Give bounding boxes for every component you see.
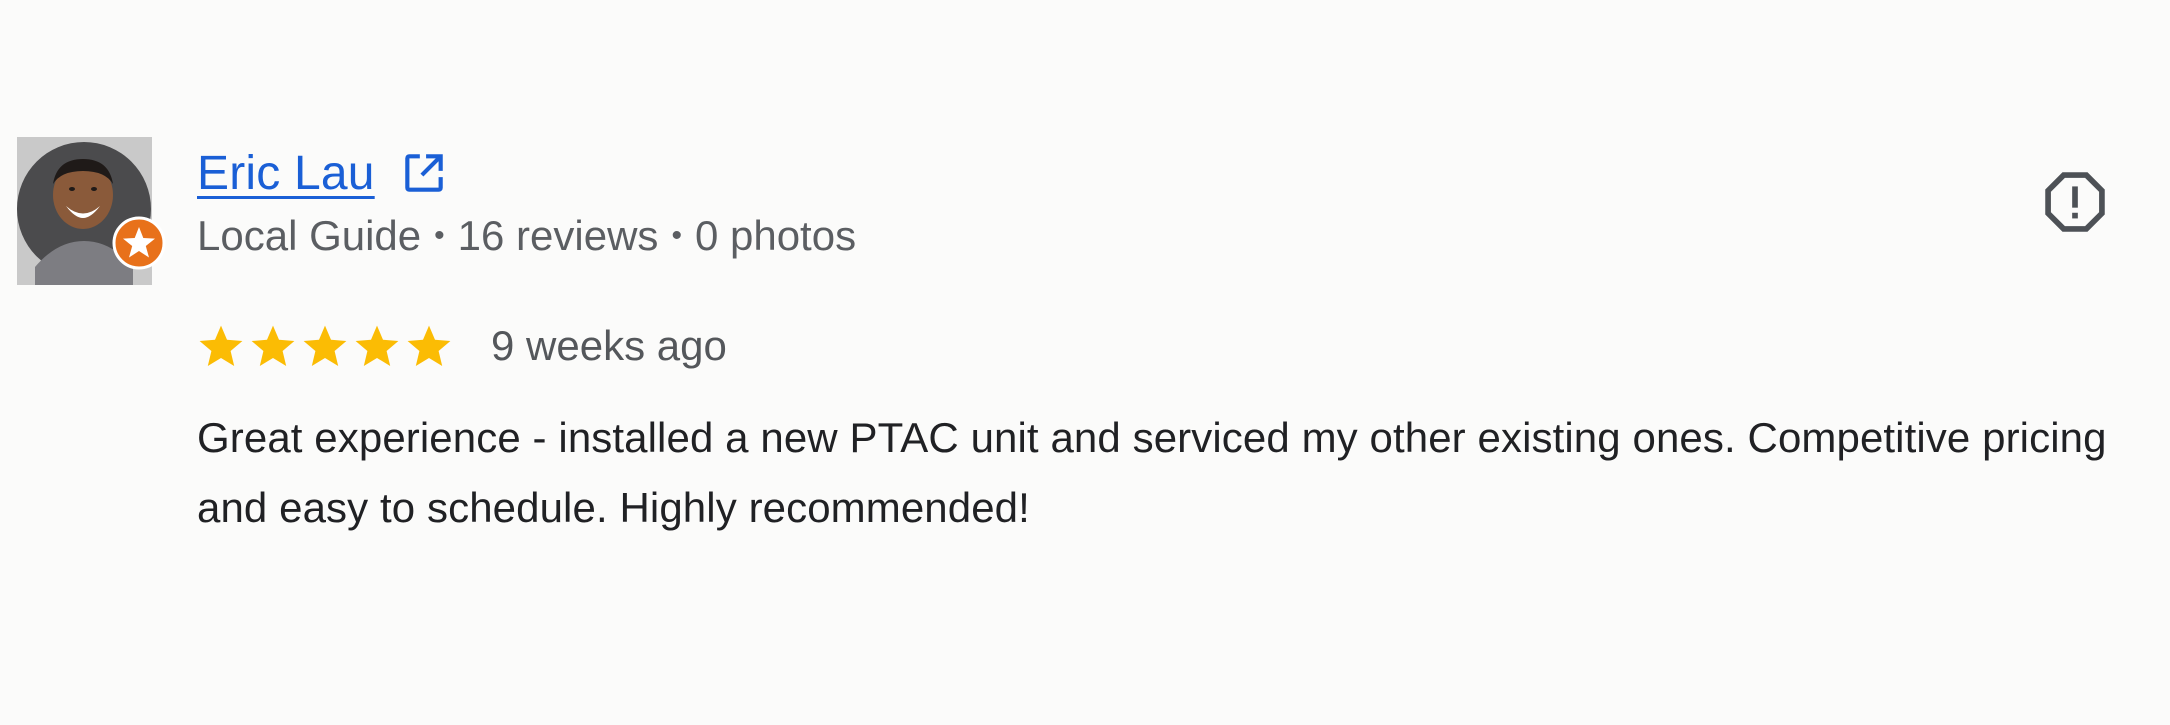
local-guide-star-badge-icon xyxy=(112,216,166,270)
reviews-count: 16 reviews xyxy=(457,212,659,259)
author-row: Eric Lau xyxy=(197,140,449,206)
review-date: 9 weeks ago xyxy=(491,322,727,369)
local-guide-label: Local Guide xyxy=(197,212,422,259)
star-rating xyxy=(197,322,457,370)
rating-row: 9 weeks ago xyxy=(197,318,727,374)
star-icon xyxy=(355,325,399,366)
star-icon xyxy=(303,325,347,366)
author-avatar[interactable] xyxy=(17,137,166,285)
author-meta: Local Guide • 16 reviews • 0 photos xyxy=(197,208,856,264)
report-review-icon[interactable] xyxy=(2041,168,2109,236)
author-name-link[interactable]: Eric Lau xyxy=(197,146,375,201)
external-link-icon[interactable] xyxy=(399,148,449,198)
star-icon xyxy=(199,325,243,366)
review-card: Eric Lau Local Guide • 16 reviews • 0 ph… xyxy=(0,0,2170,725)
review-text: Great experience - installed a new PTAC … xyxy=(197,414,2107,531)
meta-separator: • xyxy=(671,219,682,252)
star-icon xyxy=(407,325,451,366)
photos-count: 0 photos xyxy=(694,212,857,259)
meta-separator: • xyxy=(434,219,445,252)
star-icon xyxy=(251,325,295,366)
